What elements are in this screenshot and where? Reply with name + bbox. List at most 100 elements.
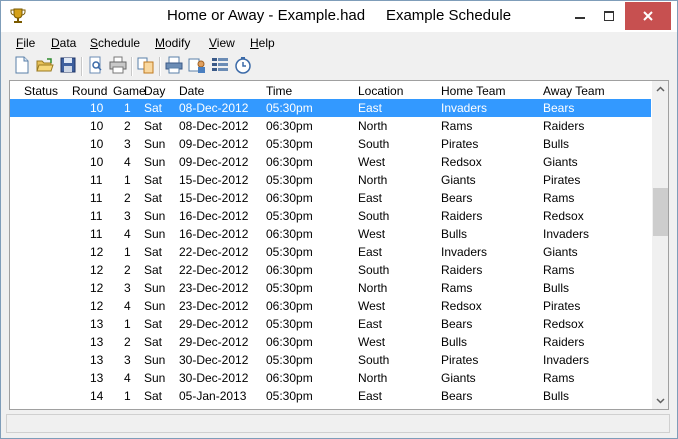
cell-away-team: Bears [543,101,575,115]
schedule-grid[interactable]: Status Round Game Day Date Time Location… [9,80,669,410]
scroll-down-button[interactable] [652,392,668,409]
table-row[interactable]: 11 2 Sat 15-Dec-2012 06:30pm East Bears Rams [10,189,651,207]
column-header-away-team[interactable]: Away Team [543,84,605,98]
cell-away-team: Bulls [543,389,570,403]
cell-day: Sat [144,191,163,205]
table-row[interactable]: 10 3 Sun 09-Dec-2012 05:30pm South Pirates Bull… [10,135,651,153]
minimize-button[interactable] [566,2,594,30]
cell-home-team: Rams [441,281,473,295]
cell-home-team: Raiders [441,209,483,223]
table-row[interactable]: 11 3 Sun 16-Dec-2012 05:30pm South Raiders Reds… [10,207,651,225]
column-header-date[interactable]: Date [179,84,204,98]
table-row[interactable]: 11 1 Sat 15-Dec-2012 05:30pm North Giants Pirat… [10,171,651,189]
column-header-day[interactable]: Day [144,84,165,98]
menu-file[interactable]: File [16,36,35,50]
print-preview-button[interactable] [87,56,107,76]
menu-view[interactable]: View [209,36,235,50]
table-row[interactable]: 11 4 Sun 16-Dec-2012 06:30pm West Bulls Invader… [10,225,651,243]
table-row[interactable]: 12 4 Sun 23-Dec-2012 06:30pm West Redsox Pirate… [10,297,651,315]
copy-button[interactable] [137,56,157,76]
print-schedule-icon [165,56,183,74]
table-row[interactable]: 14 1 Sat 05-Jan-2013 05:30pm East Bears Bulls [10,387,651,405]
list-button[interactable] [211,56,231,76]
cell-day: Sun [144,281,166,295]
cell-day: Sat [144,173,163,187]
table-row[interactable]: 13 3 Sun 30-Dec-2012 05:30pm South Pirates Inva… [10,351,651,369]
vertical-scrollbar[interactable] [652,81,668,409]
cell-away-team: Pirates [543,299,581,313]
table-row[interactable]: 13 4 Sun 30-Dec-2012 06:30pm North Giants Rams [10,369,651,387]
cell-date: 22-Dec-2012 [179,263,249,277]
table-row[interactable]: 12 2 Sat 22-Dec-2012 06:30pm South Raiders Rams [10,261,651,279]
cell-day: Sun [144,371,166,385]
cell-time: 05:30pm [266,353,313,367]
cell-game: 4 [124,155,131,169]
cell-date: 29-Dec-2012 [179,335,249,349]
cell-round: 13 [90,353,104,367]
cell-away-team: Rams [543,371,575,385]
menu-schedule[interactable]: Schedule [90,36,140,50]
table-row[interactable]: 10 1 Sat 08-Dec-2012 05:30pm East Invaders Bear… [10,99,651,117]
print-schedule-button[interactable] [165,56,185,76]
cell-day: Sun [144,299,166,313]
column-header-home-team[interactable]: Home Team [441,84,505,98]
cell-round: 13 [90,335,104,349]
cell-time: 06:30pm [266,227,313,241]
table-row[interactable]: 10 2 Sat 08-Dec-2012 06:30pm North Rams Raiders [10,117,651,135]
close-button[interactable] [625,2,671,30]
cell-date: 16-Dec-2012 [179,209,249,223]
cell-time: 06:30pm [266,299,313,313]
cell-location: West [358,299,386,313]
scroll-up-button[interactable] [652,81,668,98]
title-bar[interactable]: Home or Away - Example.had Example Sched… [1,1,677,32]
scroll-thumb[interactable] [653,188,668,236]
list-icon [212,58,228,71]
cell-away-team: Invaders [543,353,590,367]
print-button[interactable] [109,56,129,76]
save-button[interactable] [59,56,79,76]
cell-date: 05-Jan-2013 [179,389,247,403]
new-file-button[interactable] [13,56,33,76]
team-icon [188,58,205,73]
cell-away-team: Redsox [543,317,584,331]
open-button[interactable] [36,56,56,76]
team-button[interactable] [188,56,208,76]
cell-home-team: Pirates [441,137,479,151]
cell-date: 23-Dec-2012 [179,281,249,295]
menu-data[interactable]: Data [51,36,76,50]
table-row[interactable]: 13 1 Sat 29-Dec-2012 05:30pm East Bears Redsox [10,315,651,333]
table-row[interactable]: 13 2 Sat 29-Dec-2012 06:30pm West Bulls Raiders [10,333,651,351]
cell-away-team: Pirates [543,173,581,187]
cell-date: 08-Dec-2012 [179,101,249,115]
cell-home-team: Pirates [441,353,479,367]
table-row[interactable]: 12 3 Sun 23-Dec-2012 05:30pm North Rams Bulls [10,279,651,297]
cell-home-team: Rams [441,119,473,133]
maximize-button[interactable] [595,2,623,30]
clock-button[interactable] [234,56,254,76]
cell-home-team: Bulls [441,335,468,349]
table-row[interactable]: 12 1 Sat 22-Dec-2012 05:30pm East Invaders Gian… [10,243,651,261]
column-header-time[interactable]: Time [266,84,292,98]
cell-game: 2 [124,263,131,277]
cell-date: 15-Dec-2012 [179,191,249,205]
cell-game: 1 [124,317,131,331]
cell-location: North [358,173,388,187]
menu-help[interactable]: Help [250,36,275,50]
column-header-location[interactable]: Location [358,84,403,98]
cell-time: 06:30pm [266,263,313,277]
close-icon [643,11,653,21]
column-header-status[interactable]: Status [24,84,58,98]
cell-round: 10 [90,101,104,115]
chevron-down-icon [656,398,665,404]
table-row[interactable]: 10 4 Sun 09-Dec-2012 06:30pm West Redsox Giants [10,153,651,171]
column-header-round[interactable]: Round [72,84,107,98]
cell-location: North [358,371,388,385]
cell-time: 06:30pm [266,191,313,205]
cell-time: 06:30pm [266,335,313,349]
menu-modify[interactable]: Modify [155,36,190,50]
column-header-game[interactable]: Game [113,84,146,98]
copy-icon [137,57,154,74]
cell-round: 11 [90,191,103,205]
chevron-up-icon [656,86,665,92]
cell-time: 06:30pm [266,119,313,133]
